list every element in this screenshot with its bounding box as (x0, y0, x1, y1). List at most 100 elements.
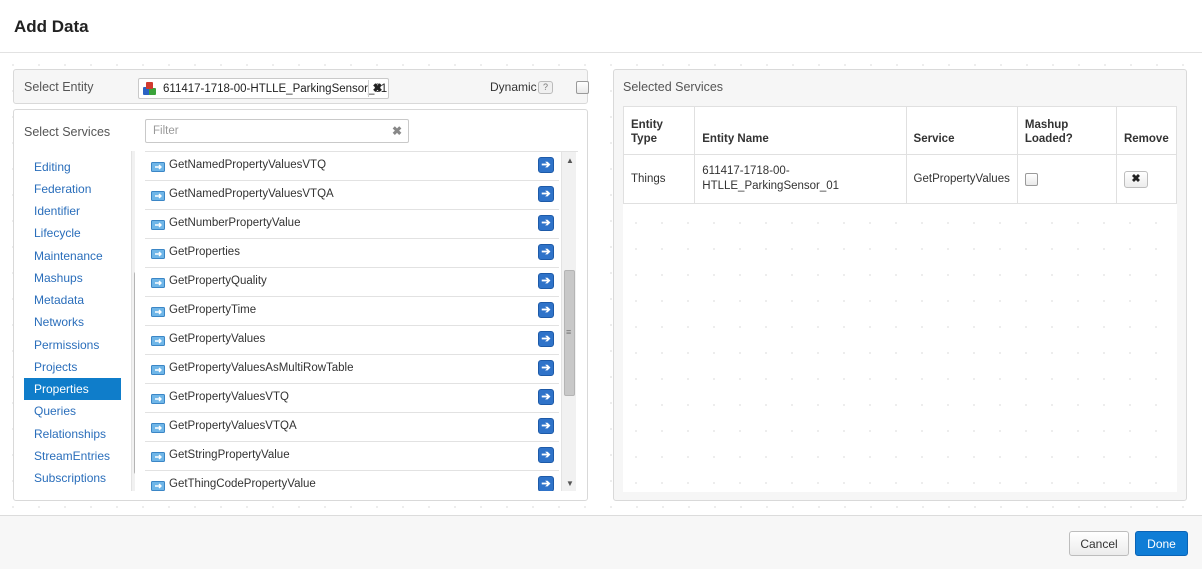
category-item-editing[interactable]: Editing (24, 156, 121, 178)
service-icon (151, 481, 165, 491)
category-item-streamentries[interactable]: StreamEntries (24, 445, 121, 467)
service-icon (151, 394, 165, 404)
service-row[interactable]: GetNamedPropertyValuesVTQ ➔ (145, 152, 559, 181)
add-service-button[interactable]: ➔ (538, 157, 554, 173)
service-name: GetPropertyValuesVTQ (169, 391, 289, 403)
column-service: Service (905, 106, 1018, 155)
scroll-up-icon[interactable]: ▲ (566, 156, 574, 165)
scroll-thumb[interactable]: ≡ (564, 270, 575, 396)
column-mashup-loaded: Mashup Loaded? (1016, 106, 1117, 155)
add-service-button[interactable]: ➔ (538, 186, 554, 202)
remove-service-button[interactable]: ✖ (1123, 170, 1148, 188)
remove-entity-icon[interactable]: ✖ (368, 80, 386, 97)
service-icon (151, 307, 165, 317)
service-name: GetPropertyValues (169, 333, 266, 345)
add-service-button[interactable]: ➔ (538, 418, 554, 434)
cancel-button[interactable]: Cancel (1069, 531, 1129, 556)
service-row[interactable]: GetProperties ➔ (145, 239, 559, 268)
thing-icon (143, 81, 159, 96)
add-service-button[interactable]: ➔ (538, 360, 554, 376)
category-item-mashups[interactable]: Mashups (24, 267, 121, 289)
service-name: GetStringPropertyValue (169, 449, 290, 461)
category-list: Editing Federation Identifier Lifecycle … (24, 151, 135, 491)
service-name: GetNamedPropertyValuesVTQ (169, 159, 327, 171)
service-icon (151, 452, 165, 462)
add-service-button[interactable]: ➔ (538, 331, 554, 347)
add-service-button[interactable]: ➔ (538, 273, 554, 289)
category-item-relationships[interactable]: Relationships (24, 423, 121, 445)
dialog-footer: Cancel Done (0, 515, 1202, 569)
category-item-federation[interactable]: Federation (24, 178, 121, 200)
scroll-thumb[interactable]: ≡ (134, 272, 135, 474)
dialog-header: Add Data (0, 0, 1202, 53)
cell-service: GetPropertyValues (905, 154, 1018, 204)
category-item-queries[interactable]: Queries (24, 400, 121, 422)
entity-name: 611417-1718-00-HTLLE_ParkingSensor_01 (163, 82, 388, 95)
column-entity-name: Entity Name (694, 106, 907, 155)
select-services-label: Select Services (24, 125, 111, 139)
category-item-metadata[interactable]: Metadata (24, 289, 121, 311)
service-icon (151, 423, 165, 433)
service-list: GetNamedPropertyValuesVTQ ➔ GetNamedProp… (145, 151, 578, 491)
cell-mashup-loaded (1016, 154, 1117, 204)
category-item-networks[interactable]: Networks (24, 311, 121, 333)
category-item-maintenance[interactable]: Maintenance (24, 245, 121, 267)
help-icon[interactable]: ? (538, 81, 553, 94)
service-icon (151, 278, 165, 288)
cell-entity-type: Things (622, 154, 696, 204)
service-row[interactable]: GetNamedPropertyValuesVTQA ➔ (145, 181, 559, 210)
column-remove: Remove (1115, 106, 1178, 155)
service-name: GetNumberPropertyValue (169, 217, 301, 229)
done-button[interactable]: Done (1135, 531, 1188, 556)
mashup-loaded-checkbox[interactable] (1024, 172, 1038, 186)
table-row: Things 611417-1718-00- HTLLE_ParkingSenso… (622, 154, 1178, 204)
category-item-lifecycle[interactable]: Lifecycle (24, 222, 121, 244)
category-item-subscriptions[interactable]: Subscriptions (24, 467, 121, 489)
category-item-identifier[interactable]: Identifier (24, 200, 121, 222)
service-row[interactable]: GetPropertyValuesAsMultiRowTable ➔ (145, 355, 559, 384)
service-name: GetPropertyValuesVTQA (169, 420, 297, 432)
service-icon (151, 249, 165, 259)
select-services-panel: Select Services ✖ Editing Federation Ide… (13, 109, 588, 501)
service-icon (151, 220, 165, 230)
category-scrollbar[interactable]: ▲ ≡ ▼ (131, 151, 135, 491)
select-entity-label: Select Entity (24, 80, 94, 94)
entity-chip[interactable]: 611417-1718-00-HTLLE_ParkingSensor_01 ✖ (138, 78, 389, 99)
add-service-button[interactable]: ➔ (538, 447, 554, 463)
service-name: GetProperties (169, 246, 240, 258)
service-row[interactable]: GetPropertyValues ➔ (145, 326, 559, 355)
dynamic-checkbox[interactable] (576, 81, 589, 94)
filter-input[interactable] (145, 119, 409, 143)
dialog-title: Add Data (14, 17, 89, 36)
service-icon (151, 162, 165, 172)
category-item-projects[interactable]: Projects (24, 356, 121, 378)
selected-services-body: Entity Type Entity Name Service Mashup Loa… (622, 106, 1178, 492)
service-row[interactable]: GetThingCodePropertyValue ➔ (145, 471, 559, 491)
service-row[interactable]: GetPropertyValuesVTQ ➔ (145, 384, 559, 413)
selected-services-table: Entity Type Entity Name Service Mashup Loa… (622, 106, 1178, 204)
service-row[interactable]: GetPropertyQuality ➔ (145, 268, 559, 297)
clear-filter-icon[interactable]: ✖ (392, 124, 402, 138)
service-icon (151, 365, 165, 375)
select-entity-panel: Select Entity 611417-1718-00-HTLLE_Parki… (13, 69, 589, 104)
table-header-row: Entity Type Entity Name Service Mashup Loa… (622, 106, 1178, 155)
scroll-down-icon[interactable]: ▼ (566, 479, 574, 488)
service-row[interactable]: GetPropertyTime ➔ (145, 297, 559, 326)
service-row[interactable]: GetNumberPropertyValue ➔ (145, 210, 559, 239)
service-row[interactable]: GetPropertyValuesVTQA ➔ (145, 413, 559, 442)
add-service-button[interactable]: ➔ (538, 215, 554, 231)
service-row[interactable]: GetStringPropertyValue ➔ (145, 442, 559, 471)
add-service-button[interactable]: ➔ (538, 476, 554, 491)
service-icon (151, 191, 165, 201)
service-name: GetPropertyTime (169, 304, 257, 316)
add-service-button[interactable]: ➔ (538, 389, 554, 405)
column-entity-type: Entity Type (622, 106, 696, 155)
service-scrollbar[interactable]: ▲ ≡ ▼ (561, 152, 576, 491)
service-name: GetNamedPropertyValuesVTQA (169, 188, 334, 200)
service-name: GetPropertyQuality (169, 275, 267, 287)
category-item-properties[interactable]: Properties (24, 378, 121, 400)
selected-services-label: Selected Services (623, 80, 724, 94)
add-service-button[interactable]: ➔ (538, 244, 554, 260)
add-service-button[interactable]: ➔ (538, 302, 554, 318)
category-item-permissions[interactable]: Permissions (24, 334, 121, 356)
